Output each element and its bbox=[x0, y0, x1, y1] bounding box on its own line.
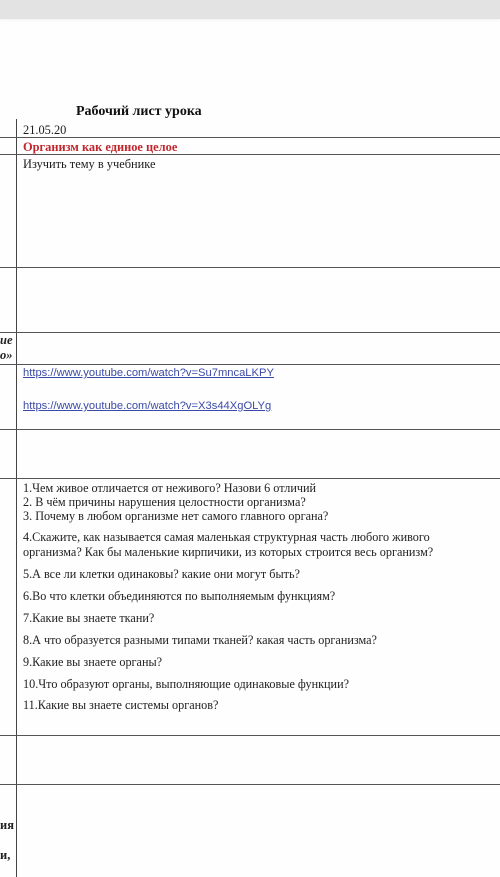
question-item: 3. Почему в любом организме нет самого г… bbox=[23, 509, 329, 523]
question-item: 11.Какие вы знаете системы органов? bbox=[23, 698, 219, 712]
question-item: 8.А что образуется разными типами тканей… bbox=[23, 633, 377, 647]
question-item: 4.Скажите, как называется самая маленька… bbox=[23, 530, 430, 544]
video-link-2[interactable]: https://www.youtube.com/watch?v=X3s44XgO… bbox=[23, 400, 271, 412]
question-item: 7.Какие вы знаете ткани? bbox=[23, 611, 155, 625]
question-item: 6.Во что клетки объединяются по выполняе… bbox=[23, 589, 336, 603]
video-link-1[interactable]: https://www.youtube.com/watch?v=Su7mncaL… bbox=[23, 367, 274, 379]
table-row-divider bbox=[0, 154, 500, 155]
left-column-fragment: о» bbox=[0, 348, 13, 362]
table-row-divider bbox=[0, 429, 500, 430]
question-item: 1.Чем живое отличается от неживого? Назо… bbox=[23, 481, 317, 495]
table-row-divider bbox=[0, 784, 500, 785]
viewer-top-bar bbox=[0, 0, 500, 19]
lesson-topic: Организм как единое целое bbox=[23, 140, 178, 154]
table-row-divider bbox=[0, 364, 500, 365]
document-title: Рабочий лист урока bbox=[76, 104, 202, 119]
question-item: 2. В чём причины нарушения целостности о… bbox=[23, 495, 306, 509]
question-item: 9.Какие вы знаете органы? bbox=[23, 655, 163, 669]
table-row-divider bbox=[0, 267, 500, 268]
table-row-divider bbox=[0, 735, 500, 736]
left-column-fragment: ия bbox=[0, 818, 14, 832]
question-item: 5.А все ли клетки одинаковы? какие они м… bbox=[23, 567, 300, 581]
left-column-fragment: и, bbox=[0, 848, 11, 862]
table-row-divider bbox=[0, 478, 500, 479]
table-row-divider bbox=[0, 332, 500, 333]
question-item: организма? Как бы маленькие кирпичики, и… bbox=[23, 545, 434, 559]
table-row-divider bbox=[0, 137, 500, 138]
left-column-fragment: ие bbox=[0, 333, 13, 347]
table-column-divider bbox=[16, 119, 17, 877]
lesson-date: 21.05.20 bbox=[23, 123, 67, 137]
question-item: 10.Что образуют органы, выполняющие один… bbox=[23, 677, 350, 691]
lesson-task: Изучить тему в учебнике bbox=[23, 157, 156, 171]
